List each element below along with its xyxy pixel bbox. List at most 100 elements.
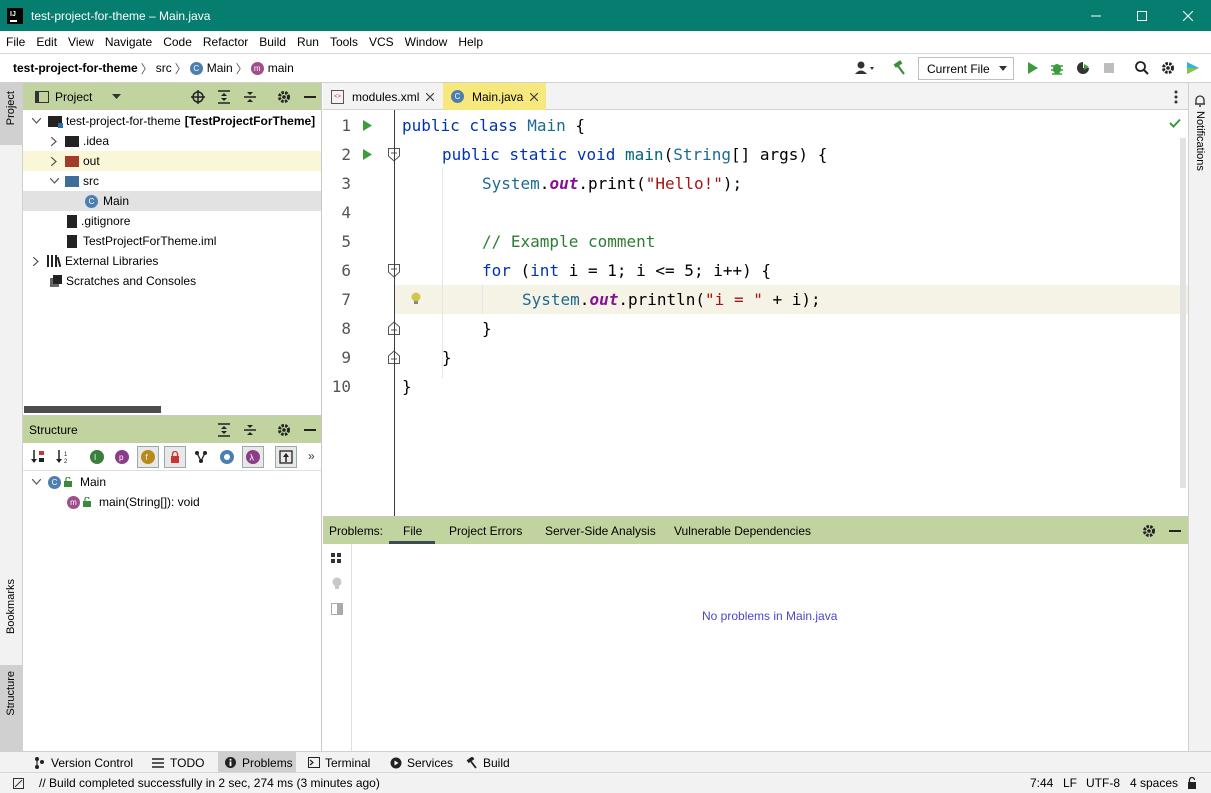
bookmarks-strip-button[interactable]: Bookmarks [0, 573, 22, 653]
tree-row-iml[interactable]: TestProjectForTheme.iml [23, 231, 321, 251]
breadcrumb-project[interactable]: test-project-for-theme [13, 61, 138, 75]
menu-edit[interactable]: Edit [36, 35, 57, 49]
properties-icon[interactable]: p [113, 448, 131, 466]
status-indicator-icon[interactable] [12, 777, 24, 789]
close-icon[interactable] [529, 92, 539, 101]
intention-bulb-icon[interactable] [410, 291, 422, 307]
tab-modules-xml[interactable]: <> modules.xml [323, 83, 443, 110]
tree-row-external-libraries[interactable]: External Libraries [23, 251, 321, 271]
chevron-down-icon[interactable] [49, 178, 59, 184]
user-icon[interactable] [852, 60, 878, 76]
anonymous-class-icon[interactable] [218, 448, 236, 466]
expand-all-icon[interactable] [216, 89, 232, 105]
notifications-strip-button[interactable]: Notifications [1189, 91, 1211, 181]
chevron-right-icon[interactable] [31, 256, 41, 266]
more-vertical-icon[interactable] [1171, 89, 1181, 105]
tree-row-project-root[interactable]: test-project-for-theme [TestProjectForTh… [23, 111, 321, 131]
gear-icon[interactable] [1160, 60, 1176, 76]
menu-help[interactable]: Help [458, 35, 483, 49]
tree-row-out[interactable]: out [23, 151, 321, 171]
tool-build[interactable]: Build [466, 752, 510, 773]
collapse-all-icon[interactable] [242, 422, 258, 438]
coverage-icon[interactable] [1075, 60, 1091, 76]
gear-icon[interactable] [276, 422, 292, 438]
inherited-icon[interactable]: I [88, 448, 106, 466]
project-strip-button[interactable]: Project [0, 83, 22, 145]
tree-row-idea[interactable]: .idea [23, 131, 321, 151]
lambda-icon[interactable]: λ [242, 446, 264, 468]
search-icon[interactable] [1134, 60, 1150, 76]
lock-icon[interactable] [164, 446, 186, 468]
minimize-icon[interactable] [1073, 0, 1119, 31]
structure-strip-button[interactable]: Structure [0, 665, 22, 751]
structure-row-main-method[interactable]: m main(String[]): void [23, 492, 321, 512]
maximize-icon[interactable] [1119, 0, 1165, 31]
chevron-right-icon[interactable] [49, 136, 59, 146]
tree-row-gitignore[interactable]: .gitignore [23, 211, 321, 231]
preview-icon[interactable] [330, 602, 344, 616]
checkmark-icon[interactable] [1168, 116, 1182, 130]
structure-row-main[interactable]: C Main [23, 472, 321, 492]
run-gutter-icon[interactable] [360, 147, 374, 161]
tool-services[interactable]: Services [390, 752, 453, 773]
menu-window[interactable]: Window [405, 35, 448, 49]
breadcrumb-folder[interactable]: src [156, 61, 172, 75]
lock-icon[interactable] [1186, 777, 1198, 789]
breadcrumb-method[interactable]: main [268, 61, 294, 75]
sort-alpha-icon[interactable]: 12 [54, 448, 72, 466]
menu-code[interactable]: Code [163, 35, 192, 49]
chevron-down-icon[interactable] [31, 479, 41, 485]
tool-problems[interactable]: Problems [218, 752, 296, 773]
close-icon[interactable] [1165, 0, 1211, 31]
tool-version-control[interactable]: Version Control [33, 752, 133, 773]
bulb-icon[interactable] [330, 576, 344, 592]
problems-tab-server-side[interactable]: Server-Side Analysis [545, 524, 656, 538]
hierarchy-icon[interactable] [192, 448, 210, 466]
problems-tab-vulnerable[interactable]: Vulnerable Dependencies [674, 524, 811, 538]
hide-icon[interactable] [302, 89, 318, 105]
vertical-scrollbar[interactable] [1180, 138, 1186, 488]
menu-file[interactable]: File [6, 35, 25, 49]
fields-icon[interactable]: f [137, 446, 159, 468]
menu-vcs[interactable]: VCS [369, 35, 394, 49]
close-icon[interactable] [425, 92, 435, 101]
stop-icon[interactable] [1101, 60, 1117, 76]
menu-tools[interactable]: Tools [330, 35, 358, 49]
tree-row-main[interactable]: C Main [23, 191, 321, 211]
indent-setting[interactable]: 4 spaces [1130, 776, 1178, 790]
run-icon[interactable] [1025, 60, 1041, 76]
tree-row-scratches[interactable]: Scratches and Consoles [23, 271, 321, 291]
sort-visibility-icon[interactable] [29, 448, 47, 466]
jetbrains-icon[interactable] [1185, 60, 1201, 76]
chevron-down-icon[interactable] [31, 118, 41, 124]
locate-icon[interactable] [190, 89, 206, 105]
menu-navigate[interactable]: Navigate [105, 35, 152, 49]
problems-tab-project-errors[interactable]: Project Errors [449, 524, 522, 538]
tab-main-java[interactable]: C Main.java [443, 83, 546, 110]
tool-terminal[interactable]: Terminal [308, 752, 370, 773]
autoscroll-icon[interactable] [275, 446, 297, 468]
group-by-icon[interactable] [330, 552, 344, 566]
menu-view[interactable]: View [68, 35, 94, 49]
expand-all-icon[interactable] [216, 422, 232, 438]
horizontal-scrollbar[interactable] [24, 406, 161, 413]
file-encoding[interactable]: UTF-8 [1086, 776, 1120, 790]
more-icon[interactable]: » [308, 449, 315, 463]
caret-position[interactable]: 7:44 [1030, 776, 1053, 790]
gear-icon[interactable] [1141, 523, 1157, 539]
hammer-icon[interactable] [890, 60, 908, 76]
run-gutter-icon[interactable] [360, 118, 374, 132]
menu-refactor[interactable]: Refactor [203, 35, 248, 49]
line-separator[interactable]: LF [1063, 776, 1077, 790]
tree-row-src[interactable]: src [23, 171, 321, 191]
problems-tab-file[interactable]: File [403, 524, 422, 538]
run-configuration-select[interactable]: Current File [918, 57, 1014, 80]
collapse-all-icon[interactable] [242, 89, 258, 105]
hide-icon[interactable] [1167, 523, 1183, 539]
code-editor[interactable]: 1 2 3 4 5 6 7 8 9 10 public class Main {… [323, 110, 1188, 516]
chevron-right-icon[interactable] [49, 156, 59, 166]
dropdown-arrow-icon[interactable] [112, 94, 122, 99]
project-panel-title[interactable]: Project [55, 90, 92, 104]
debug-icon[interactable] [1049, 60, 1065, 76]
menu-build[interactable]: Build [259, 35, 286, 49]
